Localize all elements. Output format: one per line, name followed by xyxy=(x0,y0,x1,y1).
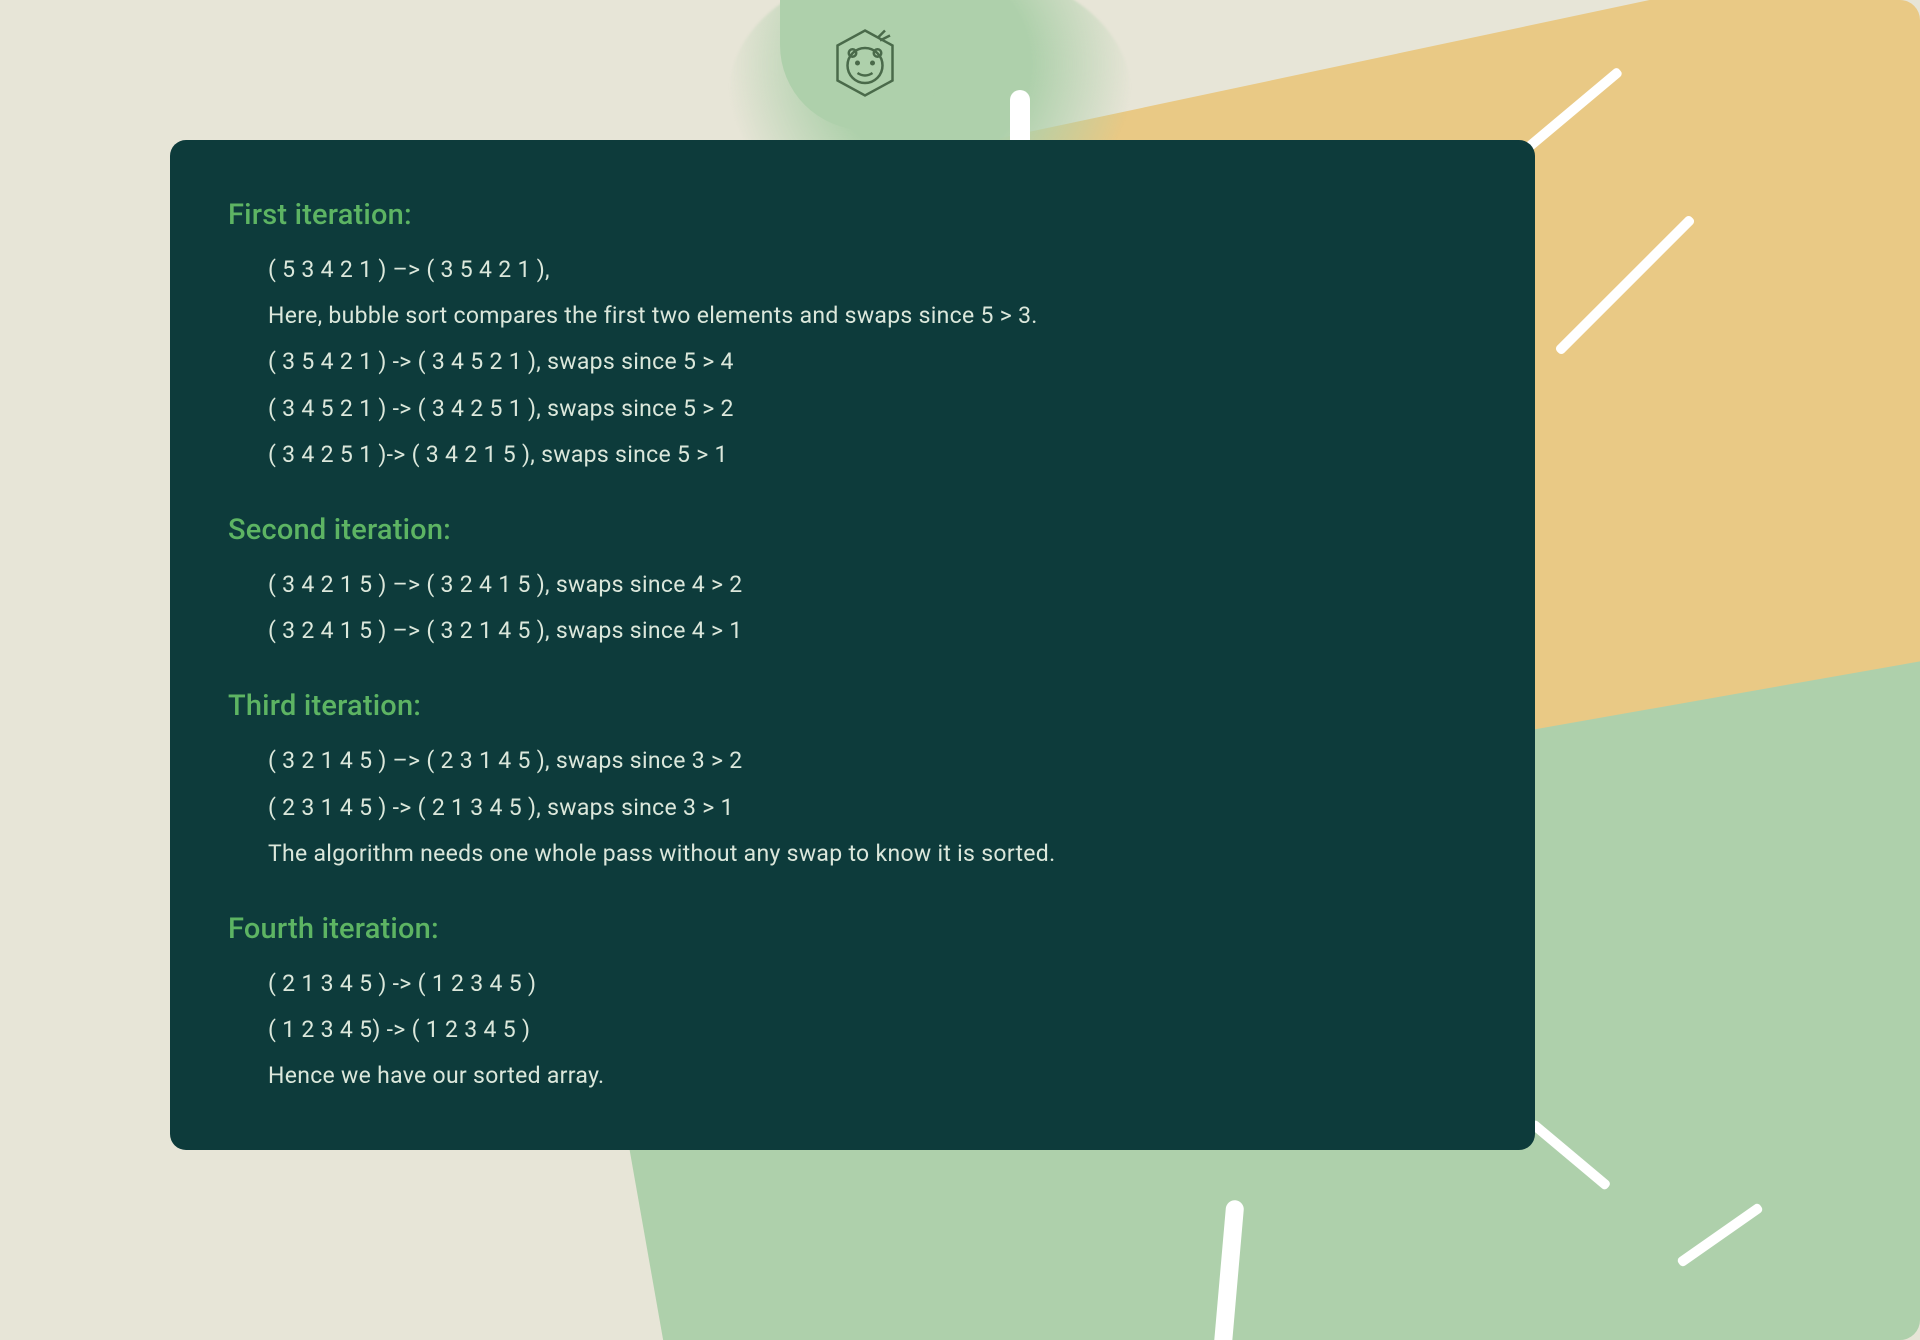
content-card: First iteration: ( 5 3 4 2 1 ) –> ( 3 5 … xyxy=(170,140,1535,1150)
section-body: ( 3 2 1 4 5 ) –> ( 2 3 1 4 5 ), swaps si… xyxy=(228,745,1465,870)
code-line: Here, bubble sort compares the first two… xyxy=(268,300,1465,332)
section-body: ( 2 1 3 4 5 ) -> ( 1 2 3 4 5 ) ( 1 2 3 4… xyxy=(228,968,1465,1093)
code-line: ( 3 4 2 1 5 ) –> ( 3 2 4 1 5 ), swaps si… xyxy=(268,569,1465,601)
section-title: Fourth iteration: xyxy=(228,912,1465,946)
code-line: ( 3 2 4 1 5 ) –> ( 3 2 1 4 5 ), swaps si… xyxy=(268,615,1465,647)
beaver-icon xyxy=(825,23,905,107)
section-title: Third iteration: xyxy=(228,689,1465,723)
code-line: ( 3 2 1 4 5 ) –> ( 2 3 1 4 5 ), swaps si… xyxy=(268,745,1465,777)
section-title: First iteration: xyxy=(228,198,1465,232)
code-line: Hence we have our sorted array. xyxy=(268,1060,1465,1092)
section-title: Second iteration: xyxy=(228,513,1465,547)
code-line: ( 3 4 5 2 1 ) -> ( 3 4 2 5 1 ), swaps si… xyxy=(268,393,1465,425)
code-line: ( 2 3 1 4 5 ) -> ( 2 1 3 4 5 ), swaps si… xyxy=(268,792,1465,824)
code-line: ( 5 3 4 2 1 ) –> ( 3 5 4 2 1 ), xyxy=(268,254,1465,286)
code-line: ( 1 2 3 4 5) -> ( 1 2 3 4 5 ) xyxy=(268,1014,1465,1046)
iteration-section-4: Fourth iteration: ( 2 1 3 4 5 ) -> ( 1 2… xyxy=(228,912,1465,1093)
iteration-section-2: Second iteration: ( 3 4 2 1 5 ) –> ( 3 2… xyxy=(228,513,1465,647)
code-line: ( 2 1 3 4 5 ) -> ( 1 2 3 4 5 ) xyxy=(268,968,1465,1000)
code-line: ( 3 5 4 2 1 ) -> ( 3 4 5 2 1 ), swaps si… xyxy=(268,346,1465,378)
iteration-section-1: First iteration: ( 5 3 4 2 1 ) –> ( 3 5 … xyxy=(228,198,1465,471)
section-body: ( 3 4 2 1 5 ) –> ( 3 2 4 1 5 ), swaps si… xyxy=(228,569,1465,647)
section-body: ( 5 3 4 2 1 ) –> ( 3 5 4 2 1 ), Here, bu… xyxy=(228,254,1465,471)
code-line: ( 3 4 2 5 1 )-> ( 3 4 2 1 5 ), swaps sin… xyxy=(268,439,1465,471)
code-line: The algorithm needs one whole pass witho… xyxy=(268,838,1465,870)
iteration-section-3: Third iteration: ( 3 2 1 4 5 ) –> ( 2 3 … xyxy=(228,689,1465,870)
